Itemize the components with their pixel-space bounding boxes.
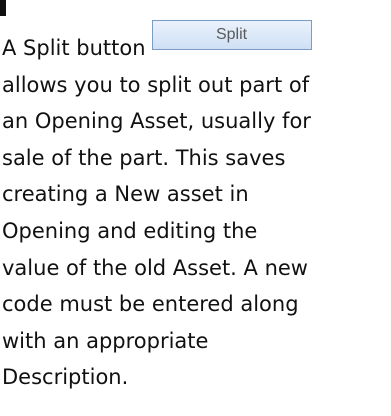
paragraph-line-5: creating a New asset in: [2, 182, 249, 207]
split-button[interactable]: Split: [151, 20, 312, 50]
paragraph-line-4: sale of the part. This saves: [2, 145, 286, 170]
split-description-paragraph: A Split buttonSplit allows you to split …: [2, 20, 388, 396]
paragraph-line-1: A Split buttonSplit: [2, 20, 388, 67]
top-rule: [0, 0, 6, 16]
paragraph-line-8: code must be entered along: [2, 292, 299, 317]
paragraph-line-1-text: A Split button: [2, 36, 146, 60]
paragraph-line-2: allows you to split out part of: [2, 72, 310, 97]
paragraph-line-9: with an appropriate: [2, 328, 209, 353]
paragraph-line-10: Description.: [2, 365, 129, 390]
paragraph-line-7: value of the old Asset. A new: [2, 255, 308, 280]
paragraph-line-6: Opening and editing the: [2, 218, 258, 243]
document-page: A Split buttonSplit allows you to split …: [0, 0, 391, 416]
paragraph-line-3: an Opening Asset, usually for: [2, 109, 311, 134]
